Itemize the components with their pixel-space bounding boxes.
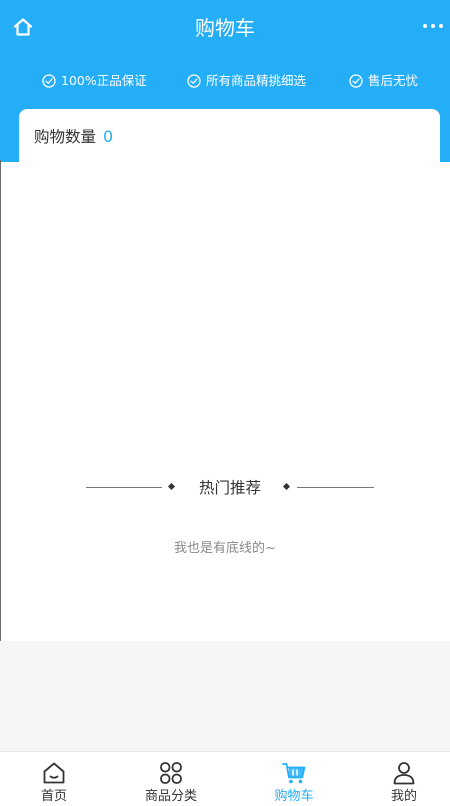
- guarantee-text: 售后无忧: [368, 73, 419, 88]
- guarantee-item: 售后无忧: [349, 70, 418, 92]
- user-icon: [393, 762, 415, 785]
- guarantee-text: 100%正品保证: [61, 73, 147, 88]
- recommend-heading: 热门推荐: [0, 476, 450, 500]
- guarantee-item: 100%正品保证: [42, 70, 147, 92]
- cart-icon: [282, 763, 306, 784]
- tab-mine[interactable]: 我的: [348, 752, 450, 804]
- tab-label: 商品分类: [144, 789, 197, 804]
- tab-home[interactable]: 首页: [0, 752, 110, 804]
- guarantee-item: 所有商品精挑细选: [187, 70, 306, 92]
- check-circle-icon: [42, 74, 56, 88]
- page-title: 购物车: [195, 16, 255, 40]
- cart-count-card: 购物数量 0: [19, 109, 440, 169]
- home-icon: [43, 762, 65, 784]
- content-footer-area: [0, 641, 450, 751]
- category-icon: [160, 762, 182, 784]
- check-circle-icon: [349, 74, 363, 88]
- more-button[interactable]: [422, 16, 444, 36]
- tab-label: 我的: [390, 789, 417, 804]
- divider-line: [297, 487, 374, 488]
- tab-category[interactable]: 商品分类: [115, 752, 227, 804]
- end-of-list-hint: 我也是有底线的~: [174, 541, 276, 556]
- guarantee-bar: 100%正品保证 所有商品精挑细选 售后无忧: [0, 70, 450, 92]
- more-icon: [423, 24, 443, 28]
- tab-cart[interactable]: 购物车: [238, 752, 350, 804]
- guarantee-text: 所有商品精挑细选: [206, 73, 307, 88]
- recommend-title: 热门推荐: [198, 479, 261, 497]
- tab-label: 首页: [40, 789, 67, 804]
- cart-count-label: 购物数量: [34, 128, 97, 146]
- tab-label: 购物车: [274, 789, 314, 804]
- bottom-tab-bar: 首页 商品分类 购物车 我的: [0, 751, 450, 804]
- check-circle-icon: [187, 74, 201, 88]
- cart-count-value: 0: [103, 127, 114, 146]
